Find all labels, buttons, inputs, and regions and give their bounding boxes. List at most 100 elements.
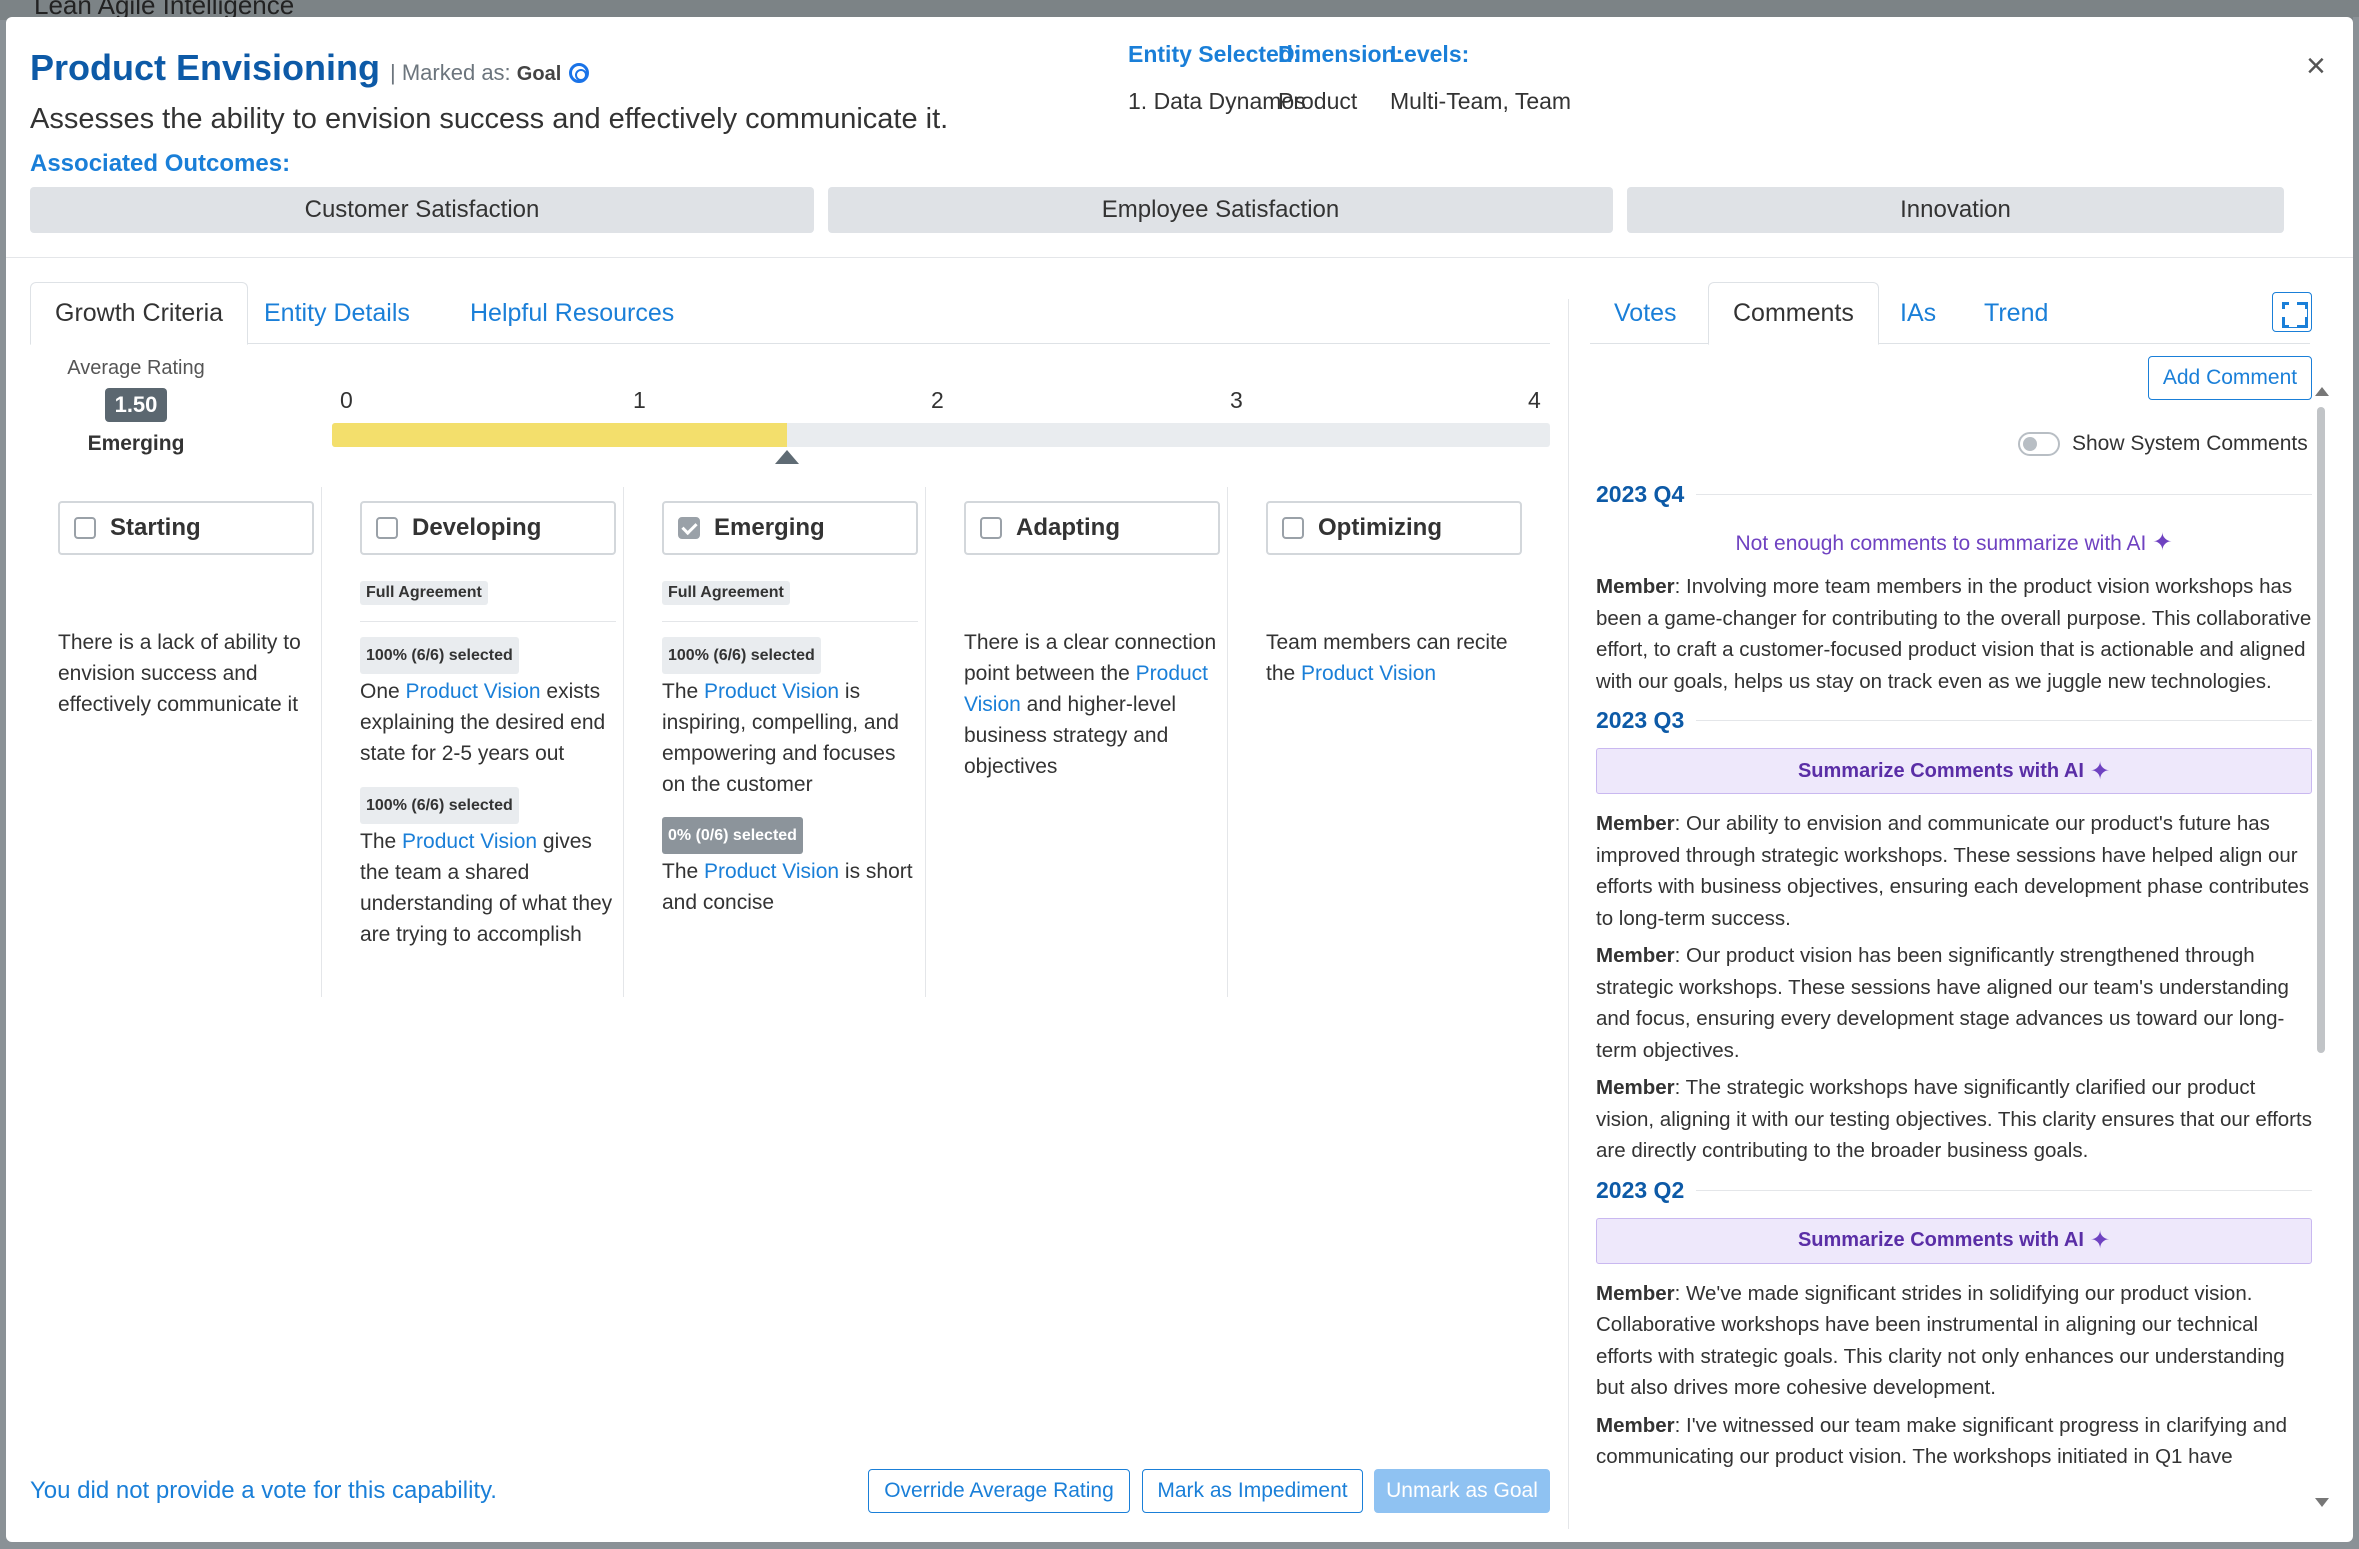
system-comments-toggle[interactable] — [2018, 432, 2060, 456]
marked-as: | Marked as: Goal — [390, 60, 590, 86]
scroll-thumb[interactable] — [2317, 407, 2325, 1053]
scroll-up-icon[interactable] — [2315, 387, 2329, 396]
associated-outcomes-label: Associated Outcomes: — [30, 150, 291, 177]
add-comment-button[interactable]: Add Comment — [2148, 356, 2312, 400]
dimension: Dimension: Product — [1278, 41, 1404, 114]
summarize-ai-button[interactable]: Summarize Comments with AI ✦ — [1596, 1217, 2312, 1264]
rating-scale: 0 1 2 3 4 — [332, 387, 1550, 464]
tab-comments[interactable]: Comments — [1708, 282, 1879, 345]
product-vision-link[interactable]: Product Vision — [704, 680, 839, 703]
average-rating: Average Rating 1.50 Emerging — [56, 357, 216, 456]
criterion: There is a clear connection point betwee… — [964, 631, 1217, 778]
comments-list[interactable]: 2023 Q4 Not enough comments to summarize… — [1596, 471, 2312, 1521]
growth-levels: Starting There is a lack of ability to e… — [42, 487, 1562, 997]
system-comments-toggle-row: Show System Comments — [2018, 432, 2308, 456]
page-title: Product Envisioning — [30, 47, 381, 88]
dimension-value: Product — [1278, 88, 1358, 114]
rating-level: Emerging — [87, 432, 185, 455]
scale-tick: 0 — [340, 387, 353, 413]
rating-bar-fill — [332, 423, 787, 447]
scale-tick: 2 — [931, 387, 944, 413]
level-developing: Developing Full Agreement 100% (6/6) sel… — [344, 487, 624, 997]
levels-value: Multi-Team, Team — [1390, 88, 1572, 114]
comment-item: Member: Our ability to envision and comm… — [1596, 812, 2309, 930]
selection-badge: 0% (0/6) selected — [662, 817, 803, 854]
tab-helpful-resources[interactable]: Helpful Resources — [446, 282, 698, 344]
criterion: There is a lack of ability to envision s… — [58, 631, 301, 716]
level-checkbox-optimizing[interactable]: Optimizing — [1266, 501, 1522, 555]
scale-tick: 4 — [1528, 387, 1541, 413]
criterion: 100% (6/6) selected The Product Vision g… — [360, 787, 616, 950]
ai-summary-note: Not enough comments to summarize with AI… — [1735, 529, 2173, 556]
selection-badge: 100% (6/6) selected — [360, 787, 519, 824]
sparkle-icon: ✦ — [2152, 529, 2173, 556]
close-icon[interactable]: × — [2306, 47, 2326, 86]
criterion: 0% (0/6) selected The Product Vision is … — [662, 817, 918, 918]
level-optimizing: Optimizing Team members can recite the P… — [1250, 487, 1530, 997]
comments-scrollbar[interactable] — [2315, 387, 2329, 1507]
panel-divider — [1568, 299, 1569, 1529]
marked-as-value: Goal — [516, 63, 562, 85]
comment-item: Member: Our product vision has been sign… — [1596, 944, 2289, 1062]
right-tabs: Votes Comments IAs Trend — [1590, 282, 2310, 345]
level-emerging: Emerging Full Agreement 100% (6/6) selec… — [646, 487, 926, 997]
comment-item: Member: I've witnessed our team make sig… — [1596, 1413, 2287, 1469]
product-vision-link[interactable]: Product Vision — [406, 680, 541, 703]
level-checkbox-starting[interactable]: Starting — [58, 501, 314, 555]
criterion: 100% (6/6) selected One Product Vision e… — [360, 637, 616, 769]
capability-modal: Product Envisioning | Marked as: Goal As… — [6, 17, 2353, 1542]
outcome-employee-satisfaction[interactable]: Employee Satisfaction — [828, 187, 1613, 233]
level-checkbox-emerging[interactable]: Emerging — [662, 501, 918, 555]
quarter-header: 2023 Q2 — [1596, 1177, 2312, 1204]
agreement-badge: Full Agreement — [662, 581, 790, 605]
rating-bar — [332, 423, 1550, 447]
scale-tick: 1 — [633, 387, 646, 413]
scale-tick: 3 — [1230, 387, 1243, 413]
product-vision-link[interactable]: Product Vision — [704, 860, 839, 883]
agreement-badge: Full Agreement — [360, 581, 488, 605]
summarize-ai-button[interactable]: Summarize Comments with AI ✦ — [1596, 748, 2312, 794]
scroll-down-icon[interactable] — [2315, 1498, 2329, 1507]
selection-badge: 100% (6/6) selected — [662, 637, 821, 674]
checkbox-icon — [980, 517, 1002, 539]
levels: Levels: Multi-Team, Team — [1390, 41, 1572, 114]
tab-growth-criteria[interactable]: Growth Criteria — [30, 282, 249, 345]
level-adapting: Adapting There is a clear connection poi… — [948, 487, 1228, 997]
quarter-header: 2023 Q4 — [1596, 481, 2312, 508]
level-checkbox-developing[interactable]: Developing — [360, 501, 616, 555]
fullscreen-icon[interactable] — [2272, 292, 2312, 332]
selection-badge: 100% (6/6) selected — [360, 637, 519, 674]
rating-marker-icon — [774, 450, 799, 464]
level-starting: Starting There is a lack of ability to e… — [42, 487, 322, 997]
checkbox-icon — [376, 517, 398, 539]
sparkle-icon: ✦ — [2089, 757, 2111, 785]
rating-badge: 1.50 — [104, 388, 168, 422]
product-vision-link[interactable]: Product Vision — [1301, 662, 1436, 685]
checkbox-icon — [1282, 517, 1304, 539]
sparkle-icon: ✦ — [2089, 1227, 2111, 1254]
outcome-customer-satisfaction[interactable]: Customer Satisfaction — [30, 187, 814, 233]
scale-ticks: 0 1 2 3 4 — [332, 387, 1550, 417]
tab-votes[interactable]: Votes — [1590, 282, 1701, 344]
comment-item: Member: The strategic workshops have sig… — [1596, 1076, 2312, 1162]
divider — [6, 257, 2353, 258]
level-checkbox-adapting[interactable]: Adapting — [964, 501, 1220, 555]
target-icon — [569, 63, 590, 83]
checkbox-icon — [74, 517, 96, 539]
tab-ias[interactable]: IAs — [1876, 282, 1960, 344]
mark-impediment-button[interactable]: Mark as Impediment — [1142, 1469, 1363, 1513]
comment-item: Member: Involving more team members in t… — [1596, 575, 2312, 693]
comment-item: Member: We've made significant strides i… — [1596, 1281, 2285, 1400]
tab-trend[interactable]: Trend — [1960, 282, 2072, 344]
criterion: Team members can recite the Product Visi… — [1266, 631, 1508, 685]
checkbox-checked-icon — [678, 517, 700, 539]
left-tabs: Growth Criteria Entity Details Helpful R… — [30, 282, 1550, 345]
no-vote-message: You did not provide a vote for this capa… — [30, 1477, 497, 1504]
product-vision-link[interactable]: Product Vision — [402, 830, 537, 853]
unmark-goal-button[interactable]: Unmark as Goal — [1374, 1469, 1550, 1513]
quarter-header: 2023 Q3 — [1596, 707, 2312, 734]
outcome-innovation[interactable]: Innovation — [1627, 187, 2284, 233]
tab-entity-details[interactable]: Entity Details — [240, 282, 434, 344]
override-rating-button[interactable]: Override Average Rating — [868, 1469, 1130, 1513]
criterion: 100% (6/6) selected The Product Vision i… — [662, 637, 918, 800]
